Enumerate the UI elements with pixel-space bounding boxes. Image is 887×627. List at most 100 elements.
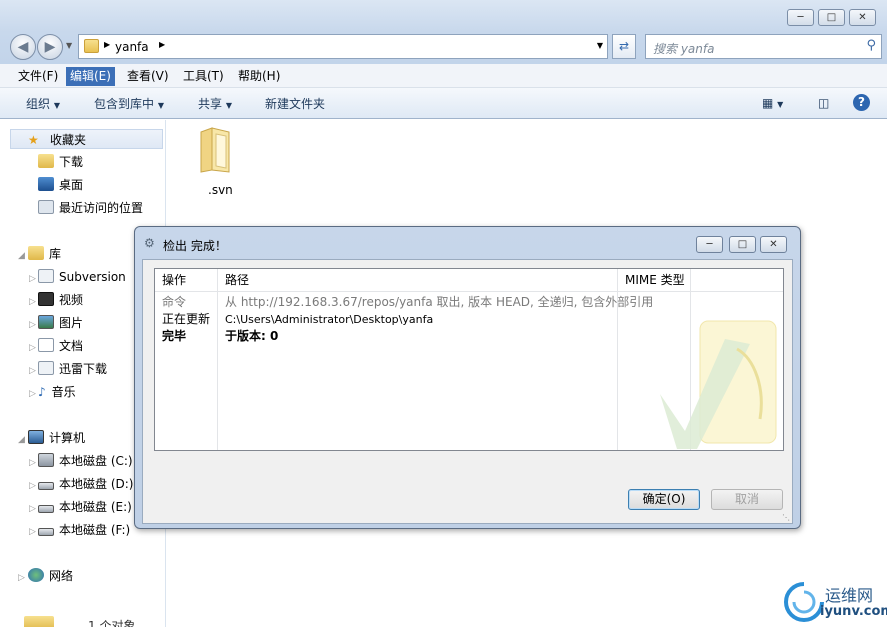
expand-icon[interactable]: ▷ xyxy=(29,297,36,307)
drive-icon xyxy=(38,528,54,536)
nav-computer[interactable]: 计算机 xyxy=(28,428,85,448)
command-toolbar: 组织 ▼ 包含到库中 ▼ 共享 ▼ 新建文件夹 ▦ ▼ ◫ ? xyxy=(0,88,887,119)
nav-desktop-label: 桌面 xyxy=(59,178,84,192)
organize-label: 组织 xyxy=(26,97,51,111)
address-dropdown-icon[interactable]: ▼ xyxy=(597,41,603,50)
nav-desktop[interactable]: 桌面 xyxy=(38,175,83,195)
breadcrumb-arrow-icon[interactable]: ▶ xyxy=(159,40,165,49)
view-options-icon[interactable]: ▦ ▼ xyxy=(762,94,783,112)
nav-subversion[interactable]: Subversion xyxy=(38,267,126,287)
new-folder-button[interactable]: 新建文件夹 xyxy=(265,95,325,113)
back-button[interactable]: ◀ xyxy=(10,34,36,60)
menu-view[interactable]: 查看(V) xyxy=(123,67,173,86)
nav-thunder[interactable]: 迅雷下载 xyxy=(38,359,107,379)
expand-icon[interactable]: ▷ xyxy=(18,573,25,583)
chevron-down-icon: ▼ xyxy=(225,101,232,110)
close-button[interactable]: ✕ xyxy=(849,9,876,26)
system-drive-icon xyxy=(38,453,54,467)
search-icon[interactable]: ⚲ xyxy=(866,38,876,53)
row-action: 正在更新 xyxy=(162,312,211,326)
organize-button[interactable]: 组织 ▼ xyxy=(26,95,60,113)
refresh-button[interactable]: ⇄ xyxy=(612,34,636,59)
menu-help[interactable]: 帮助(H) xyxy=(234,67,284,86)
nav-recent[interactable]: 最近访问的位置 xyxy=(38,198,143,218)
dialog-minimize-button[interactable]: ─ xyxy=(696,236,723,253)
nav-favorites[interactable]: ★ 收藏夹 xyxy=(10,129,163,149)
dialog-close-button[interactable]: ✕ xyxy=(760,236,787,253)
cancel-button[interactable]: 取消 xyxy=(711,489,783,510)
resize-grip-icon[interactable]: ⋱ xyxy=(782,513,790,522)
help-icon[interactable]: ? xyxy=(853,94,870,111)
subversion-library-icon xyxy=(38,269,54,283)
column-header-mime[interactable]: MIME 类型 xyxy=(618,269,691,292)
results-list[interactable]: 操作 路径 MIME 类型 命令 从 http://192.168.3.67/r… xyxy=(154,268,784,451)
preview-pane-icon[interactable]: ◫ xyxy=(818,94,829,112)
drive-icon xyxy=(38,482,54,490)
nav-pictures[interactable]: 图片 xyxy=(38,313,83,333)
forward-button[interactable]: ▶ xyxy=(37,34,63,60)
maximize-button[interactable]: □ xyxy=(818,9,845,26)
expand-icon[interactable]: ▷ xyxy=(29,320,36,330)
network-icon xyxy=(28,568,44,582)
nav-libraries[interactable]: 库 xyxy=(28,244,61,264)
nav-disk-f[interactable]: 本地磁盘 (F:) xyxy=(38,520,130,540)
dialog-title: 检出 完成！ xyxy=(163,239,227,253)
expand-icon[interactable]: ▷ xyxy=(29,458,36,468)
nav-disk-e[interactable]: 本地磁盘 (E:) xyxy=(38,497,132,517)
nav-disk-d[interactable]: 本地磁盘 (D:) xyxy=(38,474,133,494)
status-folder-icon xyxy=(24,616,54,627)
nav-computer-label: 计算机 xyxy=(49,431,86,445)
desktop-icon xyxy=(38,177,54,191)
nav-disk-d-label: 本地磁盘 (D:) xyxy=(59,477,134,491)
breadcrumb-arrow-icon: ▶ xyxy=(104,40,111,49)
dialog-maximize-button[interactable]: □ xyxy=(729,236,756,253)
star-icon: ★ xyxy=(28,133,39,147)
nav-documents[interactable]: 文档 xyxy=(38,336,83,356)
nav-subversion-label: Subversion xyxy=(59,270,126,284)
nav-network[interactable]: 网络 xyxy=(28,566,73,586)
menu-tools[interactable]: 工具(T) xyxy=(179,67,228,86)
nav-network-label: 网络 xyxy=(49,569,74,583)
nav-favorites-label: 收藏夹 xyxy=(50,133,87,147)
collapse-icon[interactable]: ◢ xyxy=(18,435,25,445)
share-label: 共享 xyxy=(198,97,223,111)
site-logo: 运维网 iyunv.com xyxy=(780,578,887,627)
forward-arrow-icon: ▶ xyxy=(44,39,56,55)
expand-icon[interactable]: ▷ xyxy=(29,389,36,399)
back-arrow-icon: ◀ xyxy=(17,39,29,55)
nav-disk-c[interactable]: 本地磁盘 (C:) xyxy=(38,451,133,471)
expand-icon[interactable]: ▷ xyxy=(29,366,36,376)
nav-downloads-label: 下载 xyxy=(59,155,84,169)
file-item[interactable]: .svn xyxy=(194,126,244,197)
row-action: 命令 xyxy=(162,295,187,309)
ok-button[interactable]: 确定(O) xyxy=(628,489,700,510)
expand-icon[interactable]: ▷ xyxy=(29,527,36,537)
column-header-path[interactable]: 路径 xyxy=(218,269,618,292)
share-button[interactable]: 共享 ▼ xyxy=(198,95,232,113)
menu-edit[interactable]: 编辑(E) xyxy=(66,67,115,86)
video-icon xyxy=(38,292,54,306)
nav-videos[interactable]: 视频 xyxy=(38,290,83,310)
nav-downloads[interactable]: 下载 xyxy=(38,152,83,172)
recent-places-icon xyxy=(38,200,54,214)
library-icon xyxy=(28,246,44,260)
checkmark-watermark-icon xyxy=(660,320,777,449)
nav-music-label: 音乐 xyxy=(51,385,76,399)
history-dropdown-icon[interactable]: ▼ xyxy=(66,41,72,50)
search-input[interactable]: 搜索 yanfa ⚲ xyxy=(645,34,882,59)
menu-file[interactable]: 文件(F) xyxy=(14,67,62,86)
expand-icon[interactable]: ▷ xyxy=(29,504,36,514)
collapse-icon[interactable]: ◢ xyxy=(18,251,25,261)
column-header-action[interactable]: 操作 xyxy=(155,269,218,292)
include-label: 包含到库中 xyxy=(94,97,155,111)
nav-music[interactable]: ♪ 音乐 xyxy=(38,382,76,402)
include-in-library-button[interactable]: 包含到库中 ▼ xyxy=(94,95,164,113)
expand-icon[interactable]: ▷ xyxy=(29,343,36,353)
computer-icon xyxy=(28,430,44,444)
minimize-button[interactable]: ─ xyxy=(787,9,814,26)
expand-icon[interactable]: ▷ xyxy=(29,481,36,491)
expand-icon[interactable]: ▷ xyxy=(29,274,36,284)
address-bar[interactable]: ▶ yanfa ▶ ▼ xyxy=(78,34,608,59)
row-path: 从 http://192.168.3.67/repos/yanfa 取出, 版本… xyxy=(225,295,654,309)
breadcrumb-yanfa[interactable]: yanfa xyxy=(115,40,149,54)
